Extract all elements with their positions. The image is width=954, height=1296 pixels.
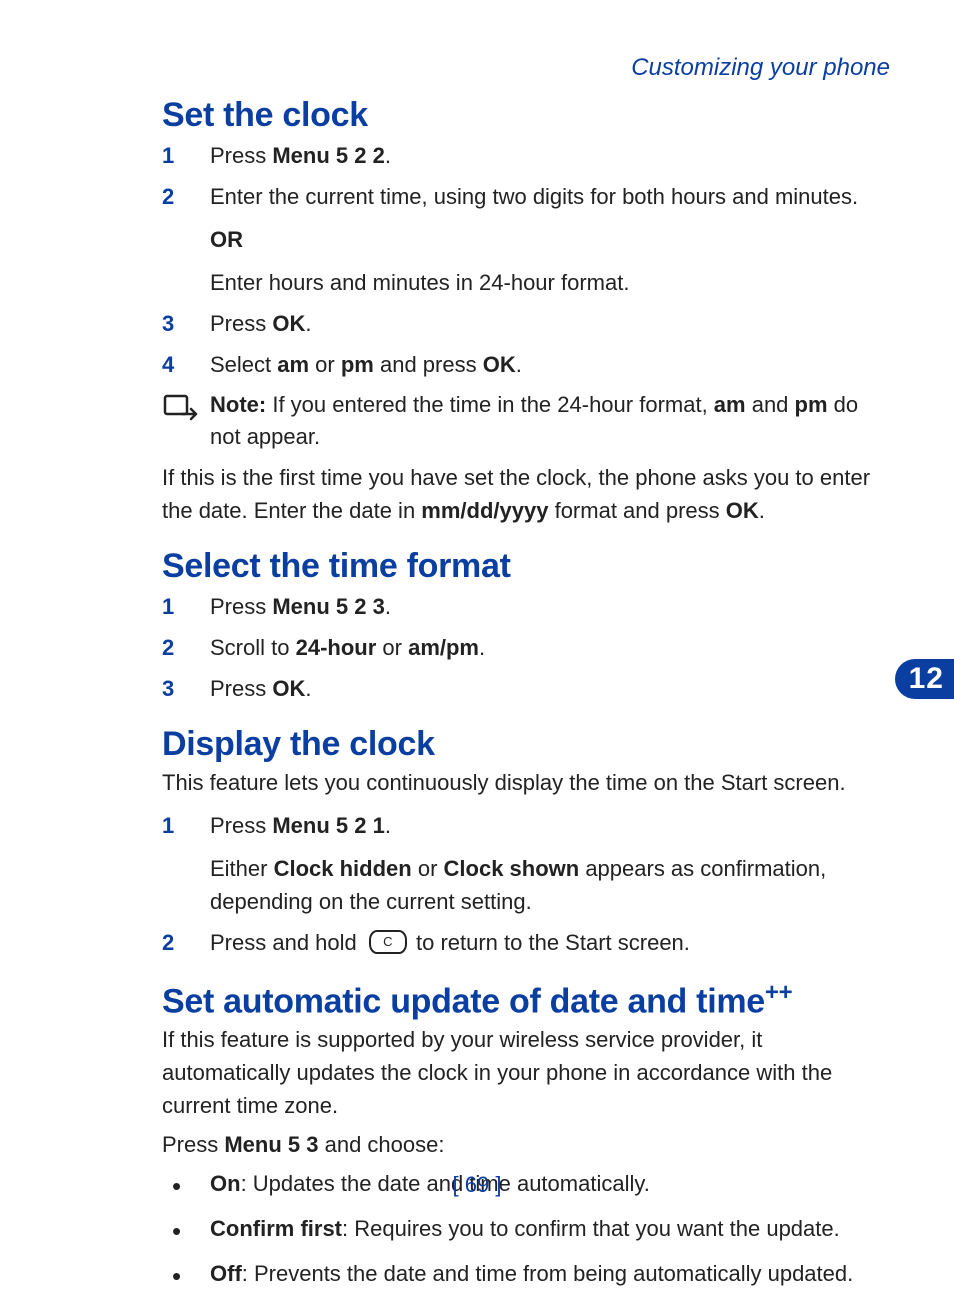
text: Scroll to (210, 635, 296, 660)
page-container: Customizing your phone Set the clock Pre… (0, 0, 954, 1248)
text: . (479, 635, 485, 660)
note-text: Note: If you entered the time in the 24-… (210, 389, 890, 453)
paragraph: This feature lets you continuously displ… (162, 766, 890, 799)
bold: Confirm first (210, 1216, 342, 1241)
text: and choose: (319, 1132, 445, 1157)
paragraph: Press Menu 5 3 and choose: (162, 1128, 890, 1161)
bold: OK (726, 498, 759, 523)
note-block: Note: If you entered the time in the 24-… (162, 389, 890, 453)
text: Press (210, 143, 272, 168)
text: . (385, 813, 391, 838)
step-item: Enter the current time, using two digits… (162, 180, 890, 299)
bold: am (714, 392, 746, 417)
text: Press (210, 311, 272, 336)
bold: OK (483, 352, 516, 377)
page-number: [ 69 ] (0, 1172, 954, 1198)
list-item: Off: Prevents the date and time from bei… (162, 1257, 890, 1290)
text: or (309, 352, 341, 377)
heading-sup: ++ (765, 979, 792, 1006)
paragraph: If this feature is supported by your wir… (162, 1023, 890, 1122)
heading-select-time-format: Select the time format (162, 547, 890, 586)
text: or (376, 635, 408, 660)
text: Press (210, 594, 272, 619)
text: and (746, 392, 795, 417)
step-item: Press Menu 5 2 1. Either Clock hidden or… (162, 809, 890, 918)
bold: am (277, 352, 309, 377)
steps-set-the-clock: Press Menu 5 2 2. Enter the current time… (162, 139, 890, 381)
step-item: Press OK. (162, 307, 890, 340)
c-key-icon: C (369, 930, 407, 954)
text: : Prevents the date and time from being … (242, 1261, 853, 1286)
text: Select (210, 352, 277, 377)
text: . (759, 498, 765, 523)
text: to return to the Start screen. (410, 930, 690, 955)
bold: Menu 5 2 3 (272, 594, 384, 619)
text: Enter hours and minutes in 24-hour forma… (210, 266, 890, 299)
step-item: Press Menu 5 2 2. (162, 139, 890, 172)
bold: pm (795, 392, 828, 417)
step-item: Press Menu 5 2 3. (162, 590, 890, 623)
text: Either (210, 856, 274, 881)
heading-auto-update: Set automatic update of date and time++ (162, 979, 890, 1021)
text: Press (162, 1132, 224, 1157)
chapter-header: Customizing your phone (162, 54, 890, 82)
text: . (385, 594, 391, 619)
steps-display-the-clock: Press Menu 5 2 1. Either Clock hidden or… (162, 809, 890, 959)
text: Press and hold (210, 930, 363, 955)
or-label: OR (210, 223, 890, 256)
bold: Clock shown (444, 856, 580, 881)
bold: OK (272, 676, 305, 701)
text: and press (374, 352, 483, 377)
bold: Clock hidden (274, 856, 412, 881)
text: . (516, 352, 522, 377)
bold: pm (341, 352, 374, 377)
step-item: Select am or pm and press OK. (162, 348, 890, 381)
paragraph: If this is the first time you have set t… (162, 461, 890, 527)
bold: am/pm (408, 635, 479, 660)
bold: mm/dd/yyyy (421, 498, 548, 523)
note-icon (162, 393, 198, 423)
heading-set-the-clock: Set the clock (162, 96, 890, 135)
sub-paragraph: Either Clock hidden or Clock shown appea… (210, 852, 890, 918)
steps-select-time-format: Press Menu 5 2 3. Scroll to 24-hour or a… (162, 590, 890, 705)
text: Press (210, 813, 272, 838)
bold: Menu 5 2 2 (272, 143, 384, 168)
text: or (412, 856, 444, 881)
chapter-tab: 12 (895, 659, 954, 699)
bold: 24-hour (296, 635, 377, 660)
text: If you entered the time in the 24-hour f… (266, 392, 714, 417)
text: Press (210, 676, 272, 701)
text: . (305, 676, 311, 701)
list-item: Confirm first: Requires you to confirm t… (162, 1212, 890, 1245)
heading-display-the-clock: Display the clock (162, 725, 890, 764)
text: . (305, 311, 311, 336)
bold: Menu 5 2 1 (272, 813, 384, 838)
step-item: Press and hold C to return to the Start … (162, 926, 890, 959)
text: format and press (548, 498, 725, 523)
step-item: Press OK. (162, 672, 890, 705)
bold: Note: (210, 392, 266, 417)
text: : Requires you to confirm that you want … (342, 1216, 840, 1241)
text: . (385, 143, 391, 168)
bold: OK (272, 311, 305, 336)
heading-text: Set automatic update of date and time (162, 982, 765, 1020)
step-item: Scroll to 24-hour or am/pm. (162, 631, 890, 664)
text: Enter the current time, using two digits… (210, 184, 858, 209)
bold: Off (210, 1261, 242, 1286)
bold: Menu 5 3 (224, 1132, 318, 1157)
